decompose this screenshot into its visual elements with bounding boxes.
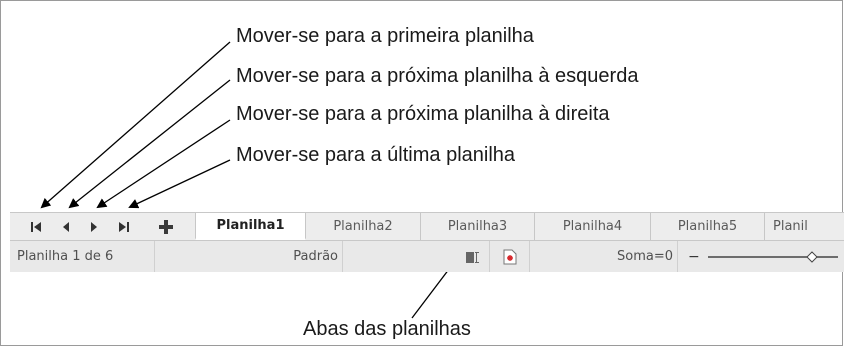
previous-sheet-icon (63, 221, 69, 232)
first-sheet-icon (31, 221, 41, 232)
zoom-out-button[interactable]: − (688, 249, 700, 265)
zoom-slider-handle (806, 250, 818, 263)
sheet-tab[interactable]: Planil (765, 213, 844, 240)
status-bar: Planilha 1 de 6 Padrão Soma=0 − (10, 240, 844, 272)
sheet-position-indicator[interactable]: Planilha 1 de 6 (10, 241, 155, 272)
sheet-tab[interactable]: Planilha2 (306, 213, 421, 240)
selection-mode-indicator[interactable] (343, 241, 490, 272)
previous-sheet-button[interactable] (54, 213, 78, 240)
sheet-tab[interactable]: Planilha4 (535, 213, 651, 240)
zoom-slider[interactable] (707, 250, 838, 264)
sum-text: Soma=0 (617, 249, 673, 264)
zoom-control: − (678, 241, 844, 272)
last-sheet-icon (119, 221, 129, 232)
sheet-tab[interactable]: Planilha5 (651, 213, 765, 240)
add-sheet-button[interactable] (154, 213, 178, 240)
page-style-text: Padrão (293, 249, 338, 264)
arrow-last-sheet (128, 159, 231, 209)
sheet-tab[interactable]: Planilha1 (195, 213, 306, 240)
page-style-indicator[interactable]: Padrão (155, 241, 343, 272)
document-modified-icon (503, 249, 516, 264)
next-sheet-button[interactable] (82, 213, 106, 240)
add-sheet-icon (159, 219, 173, 234)
sheet-tab-bar: Planilha1 Planilha2 Planilha3 Planilha4 … (10, 212, 844, 240)
last-sheet-button[interactable] (112, 213, 136, 240)
next-sheet-icon (91, 221, 97, 232)
document-modified-indicator[interactable] (490, 241, 530, 272)
arrow-previous-sheet (68, 79, 231, 209)
first-sheet-button[interactable] (24, 213, 48, 240)
sheet-position-text: Planilha 1 de 6 (17, 249, 114, 264)
selection-mode-icon (466, 251, 479, 263)
sum-indicator[interactable]: Soma=0 (530, 241, 678, 272)
callout-arrows (40, 41, 470, 319)
sheet-tab[interactable]: Planilha3 (421, 213, 535, 240)
